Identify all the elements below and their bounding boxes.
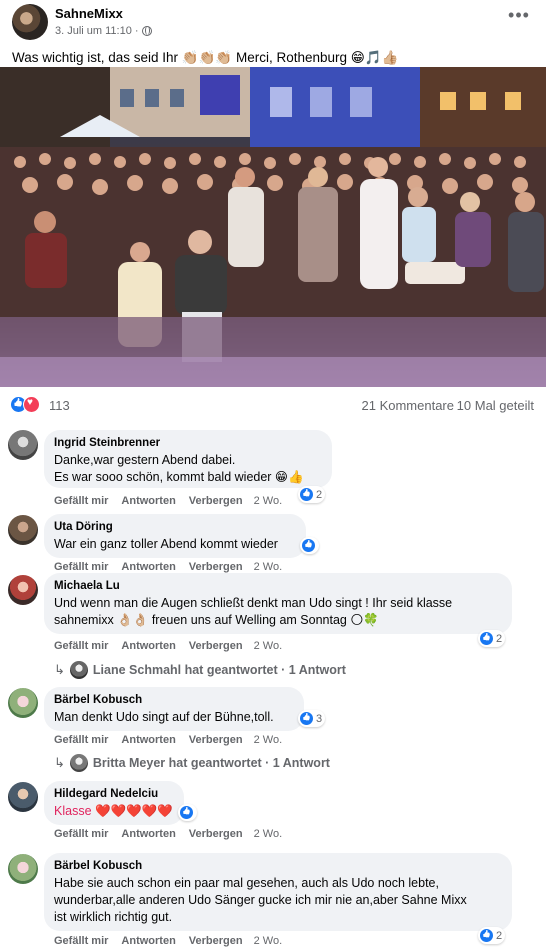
comment-text: Und wenn man die Augen schließt denkt ma… bbox=[54, 596, 453, 610]
reply-thread-text: Liane Schmahl hat geantwortet · 1 Antwor… bbox=[92, 663, 346, 677]
like-comment-button[interactable]: Gefällt mir bbox=[54, 734, 108, 746]
comment-reaction-count: 2 bbox=[316, 488, 323, 501]
comment-actions: Gefällt mir Antworten Verbergen 2 Wo. bbox=[54, 734, 295, 746]
comment-reaction-count: 2 bbox=[496, 929, 503, 942]
comment-bubble: Hildegard Nedelciu Klasse ❤️❤️❤️❤️❤️ bbox=[44, 781, 184, 825]
comment-count[interactable]: 21 Kommentare bbox=[362, 398, 455, 413]
comment-bubble: Bärbel Kobusch Habe sie auch schon ein p… bbox=[44, 853, 512, 931]
commenter-name[interactable]: Ingrid Steinbrenner bbox=[54, 437, 321, 449]
like-comment-button[interactable]: Gefällt mir bbox=[54, 561, 108, 573]
comment-reaction-count: 3 bbox=[316, 712, 323, 725]
commenter-avatar[interactable] bbox=[8, 854, 38, 884]
like-reaction-icon bbox=[479, 631, 494, 646]
reaction-icons[interactable] bbox=[10, 396, 44, 414]
reply-comment-button[interactable]: Antworten bbox=[121, 561, 175, 573]
like-comment-button[interactable]: Gefällt mir bbox=[54, 640, 108, 652]
share-count[interactable]: 10 Mal geteilt bbox=[457, 398, 534, 413]
post-header: SahneMixx 3. Juli um 11:10 · ••• bbox=[0, 0, 546, 46]
comment-reaction-badge[interactable] bbox=[178, 804, 197, 821]
hide-comment-button[interactable]: Verbergen bbox=[189, 734, 243, 746]
comment-text: Habe sie auch schon ein paar mal gesehen… bbox=[54, 876, 439, 890]
comment-text: Klasse ❤️❤️❤️❤️❤️ bbox=[54, 804, 173, 818]
hide-comment-button[interactable]: Verbergen bbox=[189, 640, 243, 652]
commenter-name[interactable]: Hildegard Nedelciu bbox=[54, 788, 173, 800]
post-date[interactable]: 3. Juli um 11:10 bbox=[55, 25, 132, 37]
reply-arrow-icon: ↳ bbox=[54, 662, 65, 677]
commenter-name[interactable]: Bärbel Kobusch bbox=[54, 860, 501, 872]
commenter-avatar[interactable] bbox=[8, 782, 38, 812]
replier-avatar bbox=[69, 754, 88, 772]
page-avatar[interactable] bbox=[12, 4, 48, 40]
reply-comment-button[interactable]: Antworten bbox=[121, 828, 175, 840]
commenter-avatar[interactable] bbox=[8, 515, 38, 545]
like-comment-button[interactable]: Gefällt mir bbox=[54, 935, 108, 947]
commenter-name[interactable]: Bärbel Kobusch bbox=[54, 694, 293, 706]
comment-text: sahnemixx 👌🏼👌🏼 freuen uns auf Welling am… bbox=[54, 613, 379, 627]
commenter-name[interactable]: Michaela Lu bbox=[54, 580, 501, 592]
love-reaction-icon bbox=[23, 396, 40, 413]
comment-reaction-badge[interactable]: 2 bbox=[478, 630, 506, 647]
post-text: Was wichtig ist, das seid Ihr 👏🏼👏🏼👏🏼 Mer… bbox=[12, 50, 399, 65]
page-name[interactable]: SahneMixx bbox=[55, 6, 123, 21]
comment-actions: Gefällt mir Antworten Verbergen 2 Wo. bbox=[54, 828, 295, 840]
comment-text: Danke,war gestern Abend dabei. bbox=[54, 453, 236, 467]
like-reaction-icon bbox=[299, 487, 314, 502]
comment-reaction-badge[interactable]: 2 bbox=[478, 927, 506, 944]
comment-reaction-badge[interactable] bbox=[300, 537, 319, 554]
meta-separator: · bbox=[134, 25, 139, 37]
post-meta: 3. Juli um 11:10 · bbox=[55, 25, 152, 37]
commenter-avatar[interactable] bbox=[8, 575, 38, 605]
like-comment-button[interactable]: Gefällt mir bbox=[54, 828, 108, 840]
comment-actions: Gefällt mir Antworten Verbergen 2 Wo. bbox=[54, 561, 295, 573]
comment-time[interactable]: 2 Wo. bbox=[254, 640, 283, 652]
comment-bubble: Bärbel Kobusch Man denkt Udo singt auf d… bbox=[44, 687, 304, 731]
comment-text: ist wirklich richtig gut. bbox=[54, 910, 173, 924]
comment-time[interactable]: 2 Wo. bbox=[254, 495, 283, 507]
commenter-avatar[interactable] bbox=[8, 430, 38, 460]
reaction-count[interactable]: 113 bbox=[49, 398, 70, 413]
comment-reaction-count: 2 bbox=[496, 632, 503, 645]
comment-time[interactable]: 2 Wo. bbox=[254, 561, 283, 573]
like-comment-button[interactable]: Gefällt mir bbox=[54, 495, 108, 507]
hide-comment-button[interactable]: Verbergen bbox=[189, 828, 243, 840]
more-options-icon[interactable]: ••• bbox=[506, 6, 532, 28]
commenter-avatar[interactable] bbox=[8, 688, 38, 718]
reply-comment-button[interactable]: Antworten bbox=[121, 935, 175, 947]
globe-icon bbox=[141, 26, 152, 36]
comment-text: Es war sooo schön, kommt bald wieder 😁👍 bbox=[54, 470, 304, 484]
comment-reaction-badge[interactable]: 2 bbox=[298, 486, 326, 503]
comment-text: wunderbar,alle anderen Udo Sänger gucke … bbox=[54, 893, 467, 907]
comment-time[interactable]: 2 Wo. bbox=[254, 828, 283, 840]
reply-arrow-icon: ↳ bbox=[54, 755, 65, 770]
comment-actions: Gefällt mir Antworten Verbergen 2 Wo. bbox=[54, 935, 295, 947]
comment-text: Man denkt Udo singt auf der Bühne,toll. bbox=[54, 710, 274, 724]
concert-crowd-image bbox=[0, 67, 546, 387]
reply-thread-text: Britta Meyer hat geantwortet · 1 Antwort bbox=[92, 756, 330, 770]
comment-bubble: Uta Döring War ein ganz toller Abend kom… bbox=[44, 514, 306, 558]
like-reaction-icon bbox=[179, 805, 194, 820]
reply-comment-button[interactable]: Antworten bbox=[121, 734, 175, 746]
commenter-name[interactable]: Uta Döring bbox=[54, 521, 295, 533]
like-reaction-icon bbox=[299, 711, 314, 726]
reply-thread-link[interactable]: ↳ Liane Schmahl hat geantwortet · 1 Antw… bbox=[54, 661, 346, 679]
comment-reaction-badge[interactable]: 3 bbox=[298, 710, 326, 727]
comment-bubble: Ingrid Steinbrenner Danke,war gestern Ab… bbox=[44, 430, 332, 488]
replier-avatar bbox=[69, 661, 88, 679]
like-reaction-icon bbox=[479, 928, 494, 943]
reply-comment-button[interactable]: Antworten bbox=[121, 495, 175, 507]
post-photo[interactable] bbox=[0, 67, 546, 387]
like-reaction-icon bbox=[301, 538, 316, 553]
comment-time[interactable]: 2 Wo. bbox=[254, 935, 283, 947]
reply-comment-button[interactable]: Antworten bbox=[121, 640, 175, 652]
hide-comment-button[interactable]: Verbergen bbox=[189, 935, 243, 947]
comment-time[interactable]: 2 Wo. bbox=[254, 734, 283, 746]
comment-text: War ein ganz toller Abend kommt wieder bbox=[54, 537, 278, 551]
comment-actions: Gefällt mir Antworten Verbergen 2 Wo. bbox=[54, 495, 295, 507]
comment-actions: Gefällt mir Antworten Verbergen 2 Wo. bbox=[54, 640, 295, 652]
hide-comment-button[interactable]: Verbergen bbox=[189, 561, 243, 573]
hide-comment-button[interactable]: Verbergen bbox=[189, 495, 243, 507]
reply-thread-link[interactable]: ↳ Britta Meyer hat geantwortet · 1 Antwo… bbox=[54, 754, 330, 772]
reactions-bar: 113 21 Kommentare 10 Mal geteilt bbox=[0, 392, 546, 418]
comment-bubble: Michaela Lu Und wenn man die Augen schli… bbox=[44, 573, 512, 634]
